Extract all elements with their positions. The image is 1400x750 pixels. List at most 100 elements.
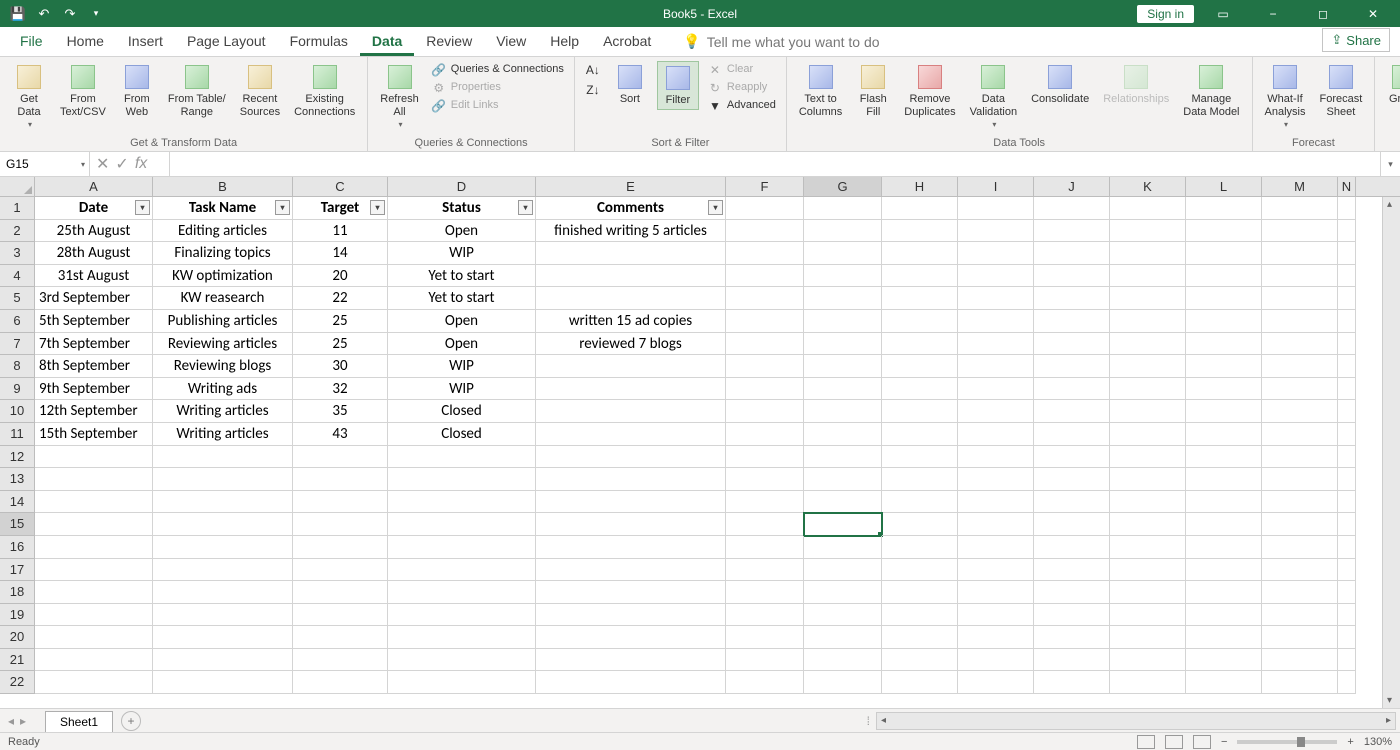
cell[interactable] — [1034, 355, 1110, 378]
cell[interactable] — [726, 536, 804, 559]
cell[interactable] — [804, 559, 882, 582]
cell[interactable] — [1186, 604, 1262, 627]
cell[interactable] — [1262, 310, 1338, 333]
cell[interactable] — [1262, 626, 1338, 649]
cell[interactable] — [1186, 333, 1262, 356]
cell[interactable] — [1034, 604, 1110, 627]
cell[interactable] — [1034, 468, 1110, 491]
cell[interactable] — [1034, 310, 1110, 333]
cell[interactable] — [153, 491, 293, 514]
cell[interactable] — [726, 604, 804, 627]
cell[interactable] — [958, 310, 1034, 333]
row-header-17[interactable]: 17 — [0, 559, 35, 582]
cell[interactable] — [1110, 536, 1186, 559]
cell[interactable] — [1338, 581, 1356, 604]
cell[interactable] — [536, 581, 726, 604]
cell[interactable] — [293, 581, 388, 604]
forecast-sheet-button[interactable]: Forecast Sheet — [1315, 61, 1366, 120]
close-icon[interactable]: ✕ — [1352, 0, 1394, 27]
cell[interactable] — [536, 559, 726, 582]
cell[interactable] — [1186, 581, 1262, 604]
cell[interactable] — [804, 378, 882, 401]
from-textcsv-button[interactable]: From Text/CSV — [56, 61, 110, 120]
cell[interactable]: 3rd September — [35, 287, 153, 310]
tab-data[interactable]: Data — [360, 27, 414, 56]
cell[interactable] — [1338, 310, 1356, 333]
row-header-11[interactable]: 11 — [0, 423, 35, 446]
cell[interactable] — [1034, 671, 1110, 694]
col-header-C[interactable]: C — [293, 177, 388, 196]
cell[interactable] — [958, 197, 1034, 220]
advanced-filter-button[interactable]: ▼Advanced — [705, 97, 778, 115]
cell[interactable] — [1110, 604, 1186, 627]
cell[interactable] — [1034, 197, 1110, 220]
cell[interactable] — [804, 310, 882, 333]
cell[interactable] — [1186, 559, 1262, 582]
cell[interactable] — [536, 513, 726, 536]
cell[interactable] — [1186, 446, 1262, 469]
cell[interactable] — [1338, 423, 1356, 446]
from-web-button[interactable]: From Web — [116, 61, 158, 120]
cell[interactable] — [293, 491, 388, 514]
cell[interactable] — [804, 265, 882, 288]
signin-button[interactable]: Sign in — [1137, 5, 1194, 23]
cell[interactable] — [958, 581, 1034, 604]
cell[interactable] — [726, 468, 804, 491]
cell[interactable] — [388, 559, 536, 582]
col-header-H[interactable]: H — [882, 177, 958, 196]
cell[interactable] — [958, 400, 1034, 423]
cell[interactable]: 12th September — [35, 400, 153, 423]
cell[interactable] — [1186, 649, 1262, 672]
cell[interactable] — [726, 310, 804, 333]
cell[interactable] — [1262, 265, 1338, 288]
cell[interactable] — [1034, 446, 1110, 469]
cell[interactable] — [804, 491, 882, 514]
col-header-B[interactable]: B — [153, 177, 293, 196]
from-range-button[interactable]: From Table/ Range — [164, 61, 230, 120]
filter-button[interactable]: Filter — [657, 61, 699, 110]
cell[interactable] — [153, 559, 293, 582]
cell[interactable] — [1262, 400, 1338, 423]
cell[interactable] — [293, 559, 388, 582]
row-header-20[interactable]: 20 — [0, 626, 35, 649]
sheet-tab-1[interactable]: Sheet1 — [45, 711, 113, 732]
cell[interactable] — [1338, 265, 1356, 288]
col-header-K[interactable]: K — [1110, 177, 1186, 196]
cell[interactable] — [1034, 626, 1110, 649]
cell[interactable] — [882, 197, 958, 220]
cell[interactable] — [882, 265, 958, 288]
tab-review[interactable]: Review — [414, 27, 484, 56]
cell[interactable] — [804, 513, 882, 536]
cell[interactable] — [1262, 355, 1338, 378]
cell[interactable] — [1110, 468, 1186, 491]
cell[interactable] — [1186, 197, 1262, 220]
cell[interactable] — [1110, 310, 1186, 333]
normal-view-icon[interactable] — [1137, 735, 1155, 749]
cell[interactable] — [804, 197, 882, 220]
cell[interactable]: Comments▾ — [536, 197, 726, 220]
cell[interactable] — [726, 671, 804, 694]
col-header-N[interactable]: N — [1338, 177, 1356, 196]
cell[interactable] — [1186, 468, 1262, 491]
row-header-4[interactable]: 4 — [0, 265, 35, 288]
cell[interactable] — [958, 378, 1034, 401]
minimize-icon[interactable]: − — [1252, 0, 1294, 27]
cell[interactable] — [726, 242, 804, 265]
data-validation-button[interactable]: Data Validation — [966, 61, 1022, 131]
cell[interactable] — [1262, 671, 1338, 694]
queries-connections-button[interactable]: 🔗Queries & Connections — [429, 61, 566, 79]
row-header-13[interactable]: 13 — [0, 468, 35, 491]
cell[interactable] — [882, 355, 958, 378]
cell[interactable] — [1110, 378, 1186, 401]
zoom-out-icon[interactable]: − — [1221, 736, 1227, 748]
cell[interactable] — [804, 581, 882, 604]
cell[interactable] — [1338, 446, 1356, 469]
cell[interactable] — [804, 242, 882, 265]
flash-fill-button[interactable]: Flash Fill — [852, 61, 894, 120]
cell[interactable] — [882, 581, 958, 604]
row-header-16[interactable]: 16 — [0, 536, 35, 559]
cell[interactable] — [958, 604, 1034, 627]
cell[interactable] — [804, 671, 882, 694]
cell[interactable] — [1110, 265, 1186, 288]
cell[interactable] — [388, 671, 536, 694]
